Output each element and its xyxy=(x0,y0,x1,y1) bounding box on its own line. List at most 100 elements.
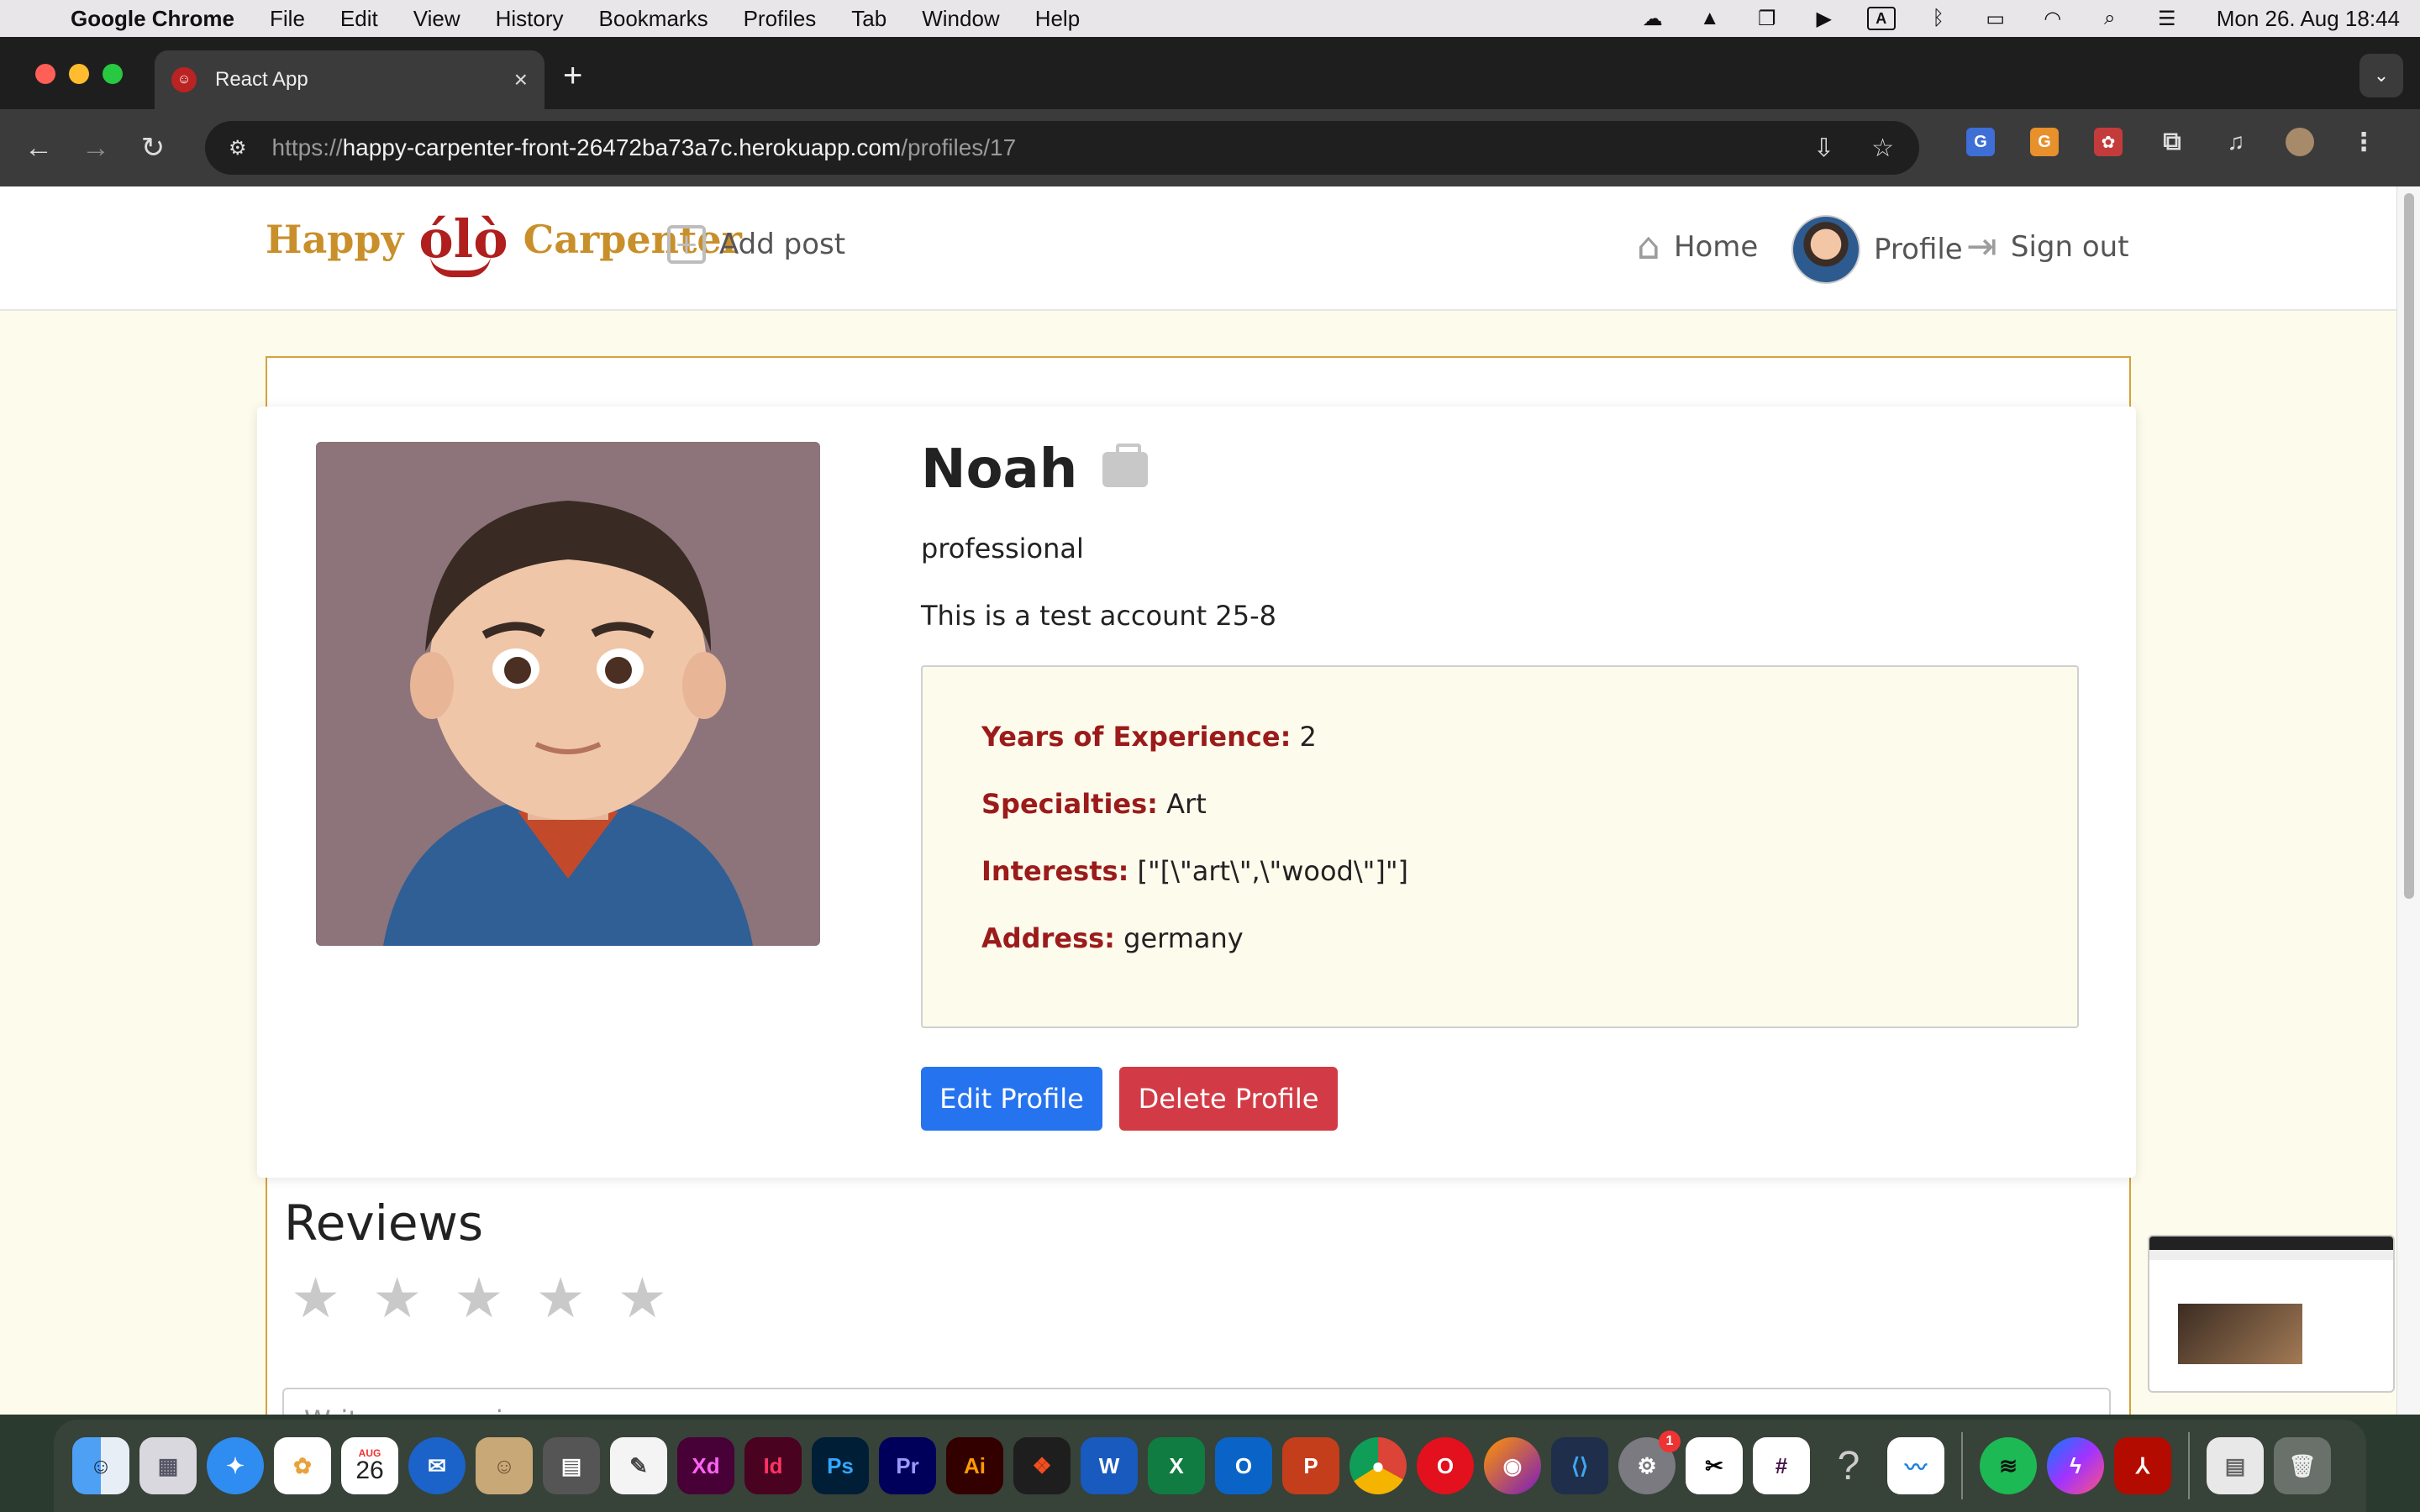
screenshot-preview-thumbnail[interactable] xyxy=(2148,1235,2395,1393)
cloud-sync-icon[interactable]: ☁ xyxy=(1639,7,1667,30)
menu-app-name[interactable]: Google Chrome xyxy=(71,6,234,32)
page-scrollbar[interactable] xyxy=(2396,186,2420,1415)
indesign-icon[interactable]: Id xyxy=(744,1437,802,1494)
window-close-button[interactable] xyxy=(35,64,55,84)
menu-file[interactable]: File xyxy=(270,6,305,32)
outlook-icon[interactable]: O xyxy=(1215,1437,1272,1494)
menu-edit[interactable]: Edit xyxy=(340,6,378,32)
calculator-icon[interactable]: ▤ xyxy=(543,1437,600,1494)
grammar-extension-icon[interactable]: G xyxy=(2030,128,2059,156)
system-settings-icon[interactable]: ⚙ 1 xyxy=(1618,1431,1681,1494)
menu-tab[interactable]: Tab xyxy=(851,6,886,32)
photoshop-icon[interactable]: Ps xyxy=(812,1437,869,1494)
firefox-icon[interactable]: ◉ xyxy=(1484,1437,1541,1494)
delete-profile-button[interactable]: Delete Profile xyxy=(1119,1067,1338,1131)
reload-button[interactable]: ↻ xyxy=(134,129,171,166)
menu-bookmarks[interactable]: Bookmarks xyxy=(599,6,708,32)
control-center-icon[interactable]: ☰ xyxy=(2153,7,2181,30)
new-tab-button[interactable]: + xyxy=(563,57,582,95)
excel-icon[interactable]: X xyxy=(1148,1437,1205,1494)
wifi-icon[interactable]: ◠ xyxy=(2039,7,2067,30)
rating-star-3-icon[interactable]: ★ xyxy=(454,1270,503,1326)
spotify-icon[interactable]: ≋ xyxy=(1980,1437,2037,1494)
help-icon[interactable]: ? xyxy=(1820,1437,1877,1494)
browser-tab-active[interactable]: ☺ React App × xyxy=(155,50,544,109)
windows-icon[interactable]: ❐ xyxy=(1753,7,1781,30)
nav-add-post[interactable]: + Add post xyxy=(667,225,845,264)
media-control-icon[interactable]: ♫ xyxy=(2222,128,2250,156)
menu-window[interactable]: Window xyxy=(922,6,999,32)
menu-view[interactable]: View xyxy=(413,6,460,32)
chrome-menu-icon[interactable]: ⋮ xyxy=(2349,128,2378,156)
edit-profile-button[interactable]: Edit Profile xyxy=(921,1067,1102,1131)
play-icon[interactable]: ▶ xyxy=(1810,7,1839,30)
chrome-icon[interactable]: ● xyxy=(1349,1437,1407,1494)
profile-name-row: Noah xyxy=(921,438,1149,501)
red-extension-icon[interactable]: ✿ xyxy=(2094,128,2123,156)
detail-years-experience: Years of Experience: 2 xyxy=(981,721,2018,788)
scrollbar-thumb[interactable] xyxy=(2404,193,2414,899)
forward-button[interactable]: → xyxy=(77,129,114,166)
window-minimize-button[interactable] xyxy=(69,64,89,84)
input-source-icon[interactable]: A xyxy=(1866,7,1896,30)
thumbnail-image xyxy=(2178,1304,2302,1364)
rating-star-2-icon[interactable]: ★ xyxy=(372,1270,422,1326)
powerpoint-icon[interactable]: P xyxy=(1282,1437,1339,1494)
trash-icon[interactable]: 🗑 xyxy=(2274,1437,2331,1494)
review-textarea[interactable]: Write your review... xyxy=(282,1388,2111,1415)
sign-out-icon: ⇥ xyxy=(1966,225,1997,268)
documents-icon[interactable]: ▤ xyxy=(2207,1437,2264,1494)
extensions-puzzle-icon[interactable]: ⧉ xyxy=(2158,128,2186,156)
bluetooth-icon[interactable]: ᛒ xyxy=(1924,7,1953,30)
menu-clock[interactable]: Mon 26. Aug 18:44 xyxy=(2217,6,2400,32)
freeform-icon[interactable]: 〰 xyxy=(1887,1437,1944,1494)
tab-search-button[interactable]: ⌄ xyxy=(2360,54,2403,97)
contacts-icon[interactable]: ☺ xyxy=(476,1437,533,1494)
rating-star-1-icon[interactable]: ★ xyxy=(291,1270,340,1326)
back-button[interactable]: ← xyxy=(20,129,57,166)
word-icon[interactable]: W xyxy=(1081,1437,1138,1494)
site-info-icon[interactable]: ⚙ xyxy=(229,136,247,160)
window-zoom-button[interactable] xyxy=(103,64,123,84)
battery-icon[interactable]: ▭ xyxy=(1981,7,2010,30)
menu-history[interactable]: History xyxy=(496,6,564,32)
chrome-profile-avatar[interactable] xyxy=(2286,128,2314,156)
opera-icon[interactable]: O xyxy=(1417,1437,1474,1494)
slack-icon[interactable]: # xyxy=(1753,1437,1810,1494)
menu-help[interactable]: Help xyxy=(1035,6,1080,32)
textedit-icon[interactable]: ✎ xyxy=(610,1437,667,1494)
nav-home[interactable]: ⌂ Home xyxy=(1637,225,1758,268)
spotlight-search-icon[interactable]: ⌕ xyxy=(2096,7,2124,30)
detail-label: Interests: xyxy=(981,855,1129,887)
nav-profile-label: Profile xyxy=(1874,233,1963,266)
launchpad-icon[interactable]: ▦ xyxy=(139,1437,197,1494)
vscode-icon[interactable]: ⟨⟩ xyxy=(1551,1437,1608,1494)
thunderbird-icon[interactable]: ✉ xyxy=(408,1437,466,1494)
logo-face-mark: ólò xyxy=(418,208,508,277)
detail-value: germany xyxy=(1123,922,1244,954)
tab-close-icon[interactable]: × xyxy=(514,66,528,93)
messenger-icon[interactable]: ϟ xyxy=(2047,1437,2104,1494)
nav-profile[interactable]: Profile xyxy=(1791,215,1963,284)
rating-star-5-icon[interactable]: ★ xyxy=(618,1270,667,1326)
install-app-icon[interactable]: ⇩ xyxy=(1813,134,1834,163)
finder-icon[interactable]: ☺ xyxy=(72,1437,129,1494)
boy-portrait-illustration xyxy=(316,442,820,946)
photos-icon[interactable]: ✿ xyxy=(274,1437,331,1494)
safari-icon[interactable]: ✦ xyxy=(207,1437,264,1494)
menu-profiles[interactable]: Profiles xyxy=(744,6,817,32)
figma-icon[interactable]: ❖ xyxy=(1013,1437,1071,1494)
rating-star-4-icon[interactable]: ★ xyxy=(536,1270,586,1326)
nav-sign-out[interactable]: ⇥ Sign out xyxy=(1966,225,2129,268)
xd-icon[interactable]: Xd xyxy=(677,1437,734,1494)
premiere-icon[interactable]: Pr xyxy=(879,1437,936,1494)
acrobat-icon[interactable]: ⅄ xyxy=(2114,1437,2171,1494)
dock-separator xyxy=(1961,1432,1963,1499)
illustrator-icon[interactable]: Ai xyxy=(946,1437,1003,1494)
bookmark-star-icon[interactable]: ☆ xyxy=(1871,134,1894,163)
address-bar[interactable]: ⚙ https:// happy-carpenter-front-26472ba… xyxy=(205,121,1919,175)
calendar-icon[interactable]: AUG 26 xyxy=(341,1437,398,1494)
capcut-icon[interactable]: ✂ xyxy=(1686,1437,1743,1494)
drive-icon[interactable]: ▲ xyxy=(1696,7,1724,30)
translate-extension-icon[interactable]: G xyxy=(1966,128,1995,156)
